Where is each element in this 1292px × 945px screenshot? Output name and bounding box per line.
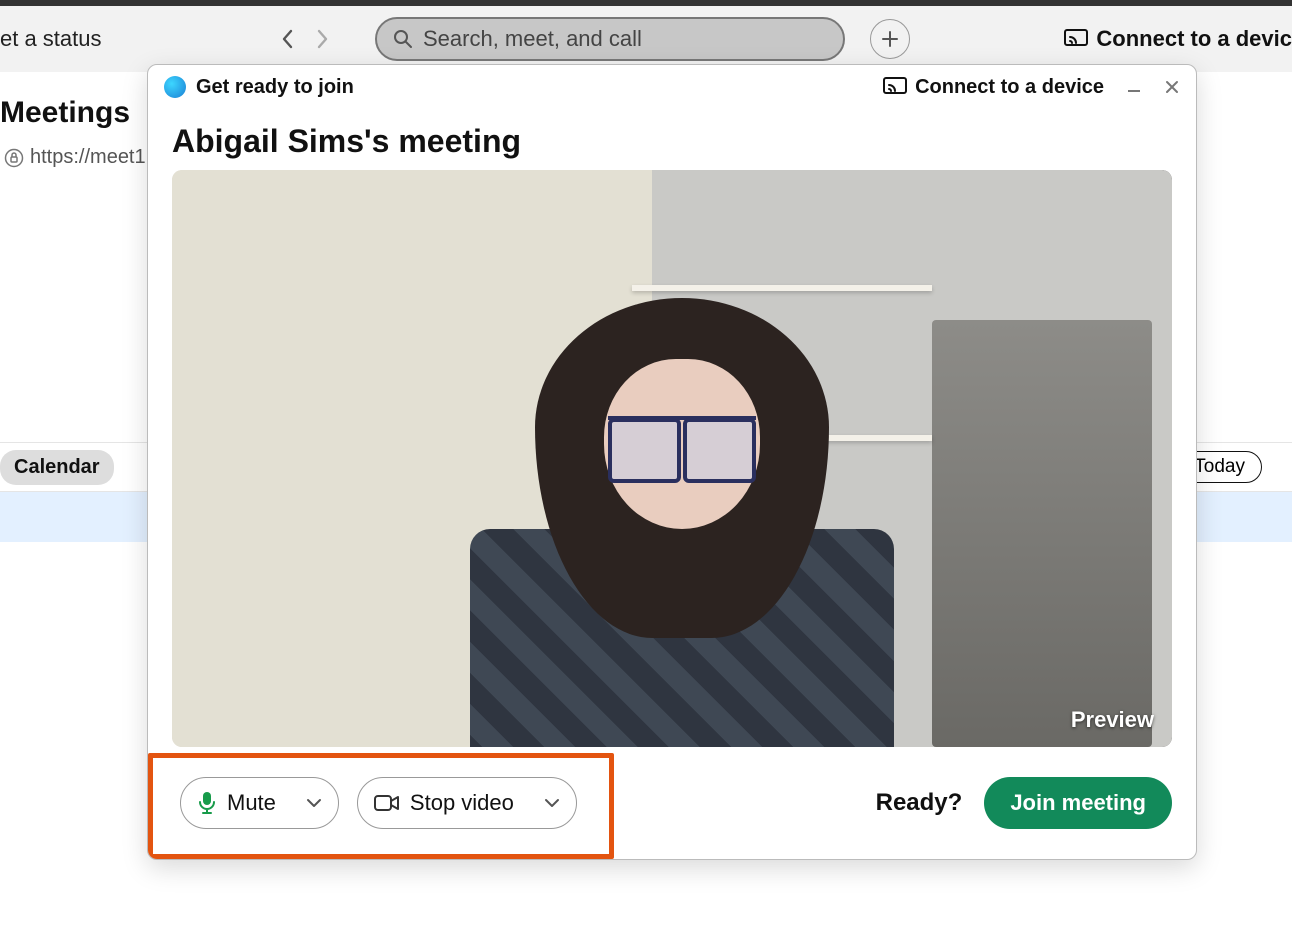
close-button[interactable] — [1164, 79, 1180, 95]
link-lock-icon — [4, 148, 24, 168]
ready-label: Ready? — [876, 789, 963, 817]
chevron-down-icon[interactable] — [306, 798, 322, 808]
dialog-subtitle: Get ready to join — [196, 76, 354, 99]
set-status-link[interactable]: et a status — [0, 26, 102, 52]
personal-room-url-text: https://meet1 — [30, 146, 146, 169]
tab-calendar[interactable]: Calendar — [0, 450, 114, 485]
page-title: Meetings — [0, 96, 130, 130]
nav-forward-icon[interactable] — [316, 29, 330, 49]
connect-to-device-label: Connect to a device — [915, 76, 1104, 99]
nav-arrows — [280, 29, 330, 49]
connect-to-device-top-label: Connect to a devic — [1096, 26, 1292, 52]
camera-icon — [374, 793, 400, 813]
scene-fridge — [932, 320, 1152, 747]
cast-icon — [1064, 29, 1088, 49]
meeting-title: Abigail Sims's meeting — [148, 109, 1196, 170]
stop-video-button[interactable]: Stop video — [357, 777, 577, 829]
chevron-down-icon[interactable] — [544, 798, 560, 808]
mute-button[interactable]: Mute — [180, 777, 339, 829]
webex-logo-icon — [164, 76, 186, 98]
pre-join-dialog: Get ready to join Connect to a device Ab… — [147, 64, 1197, 860]
topbar: et a status Search, meet, and call Conne… — [0, 0, 1292, 72]
cast-icon — [883, 77, 907, 97]
dialog-header: Get ready to join Connect to a device — [148, 65, 1196, 109]
app-background: et a status Search, meet, and call Conne… — [0, 0, 1292, 945]
compose-plus-button[interactable] — [870, 19, 910, 59]
search-input[interactable]: Search, meet, and call — [375, 17, 845, 61]
microphone-icon — [197, 791, 217, 815]
connect-to-device-top[interactable]: Connect to a devic — [1064, 26, 1292, 52]
self-view: Preview — [172, 170, 1172, 747]
preview-badge: Preview — [1071, 707, 1154, 733]
minimize-button[interactable] — [1126, 79, 1142, 95]
mute-button-label: Mute — [227, 790, 276, 816]
scene-person — [452, 274, 912, 747]
nav-back-icon[interactable] — [280, 29, 294, 49]
search-placeholder: Search, meet, and call — [423, 26, 642, 52]
search-icon — [393, 29, 413, 49]
join-meeting-button[interactable]: Join meeting — [984, 777, 1172, 829]
pre-join-controls: Mute Stop video Ready? Join meeting — [148, 747, 1196, 859]
stop-video-button-label: Stop video — [410, 790, 514, 816]
connect-to-device-button[interactable]: Connect to a device — [883, 76, 1104, 99]
